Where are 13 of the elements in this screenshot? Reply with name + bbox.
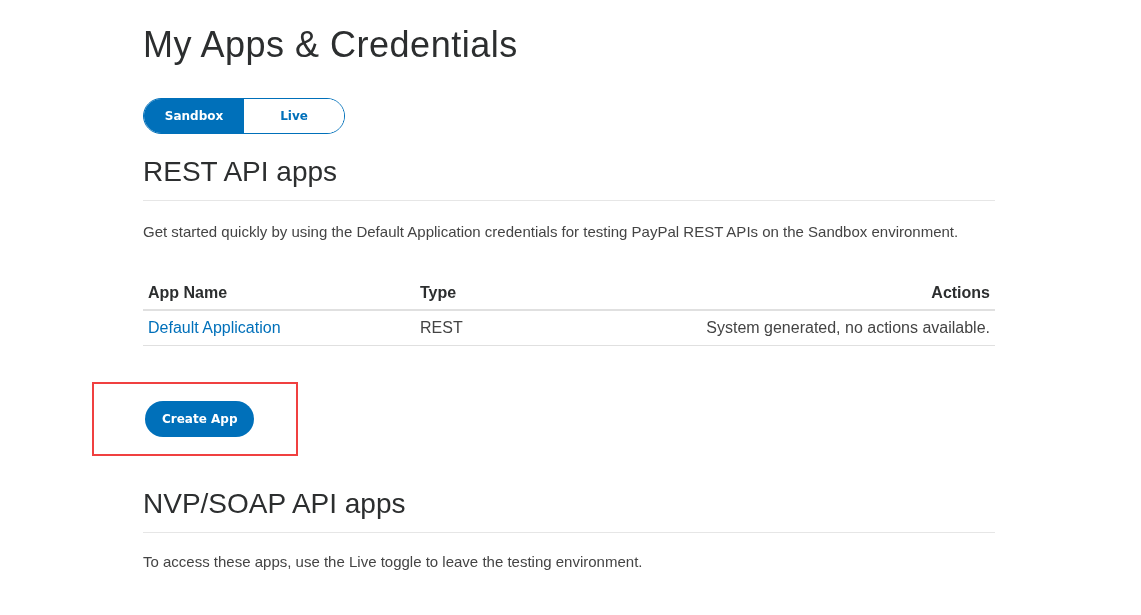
table-cell: System generated, no actions available. bbox=[625, 310, 995, 346]
column-header: Actions bbox=[625, 277, 995, 310]
section-heading: NVP/SOAP API apps bbox=[143, 484, 995, 533]
create-app-button[interactable]: Create App bbox=[145, 401, 255, 437]
column-header: App Name bbox=[143, 277, 415, 310]
app-name-link[interactable]: Default Application bbox=[148, 319, 281, 336]
section-description: To access these apps, use the Live toggle to leave the testing environment. bbox=[143, 552, 644, 572]
section-heading: REST API apps bbox=[143, 152, 995, 201]
environment-tab[interactable]: Sandbox bbox=[144, 99, 244, 133]
section-description: Get started quickly by using the Default Application credentials for testing PayPal REST APIs on the Sandbox environment. bbox=[143, 222, 960, 242]
page-title: My Apps & Credentials bbox=[143, 23, 519, 67]
table-cell: REST bbox=[415, 310, 625, 346]
column-header: Type bbox=[415, 277, 625, 310]
